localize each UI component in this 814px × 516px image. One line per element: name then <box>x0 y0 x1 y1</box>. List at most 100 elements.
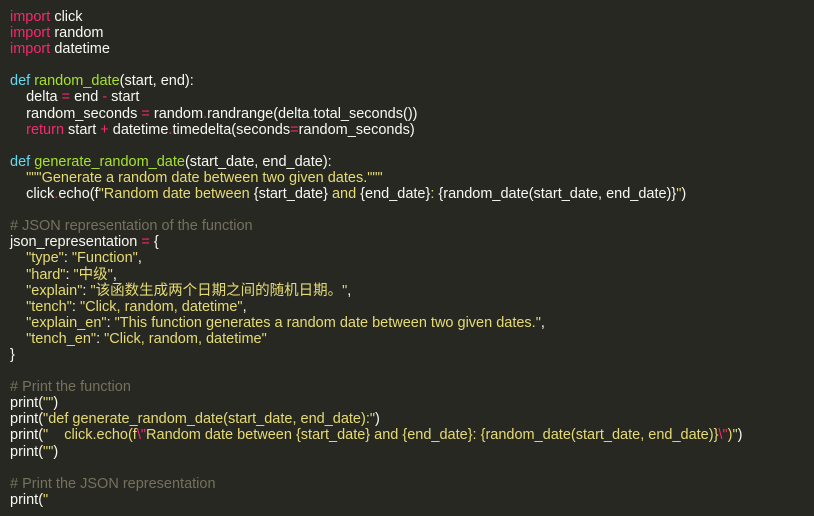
code-token: and <box>327 186 361 203</box>
code-token: , <box>242 298 247 315</box>
code-token: print( <box>10 395 44 412</box>
code-token: "hard" <box>26 266 66 283</box>
code-line: } <box>10 347 742 363</box>
code-token: print( <box>10 427 44 444</box>
code-token: : <box>65 266 74 283</box>
code-token: ) <box>53 443 59 460</box>
code-area[interactable]: import click import random import datetime… <box>10 9 742 508</box>
code-token: import <box>10 25 51 42</box>
code-token: "" <box>43 395 54 412</box>
code-token: "Click, random, datetime" <box>79 298 243 315</box>
code-token: = <box>290 121 299 138</box>
code-token: json_representation <box>10 234 142 251</box>
code-token: "Random date between <box>98 186 254 203</box>
code-token: start <box>107 89 140 106</box>
code-line: return start + datetime.timedelta(second… <box>10 122 742 138</box>
code-token: click <box>50 9 83 25</box>
code-token: return <box>26 121 65 138</box>
code-line: print("") <box>10 444 742 460</box>
code-token: (start, end): <box>119 73 194 90</box>
code-token: # Print the function <box>10 379 131 396</box>
code-line: import random <box>10 25 742 41</box>
code-token: {random_date(start_date, end_date)} <box>438 186 677 203</box>
code-token: \" <box>136 427 147 444</box>
code-token: (start_date, end_date): <box>184 153 332 170</box>
code-token: random_date <box>34 73 120 90</box>
code-token: : <box>96 330 105 347</box>
code-token: "explain" <box>26 282 83 299</box>
code-token: , <box>112 266 117 283</box>
code-token: + <box>100 121 109 138</box>
code-token: total_seconds()) <box>313 105 418 122</box>
code-token: print( <box>10 411 44 428</box>
code-line: print(" <box>10 492 742 508</box>
code-token: random_seconds) <box>298 121 415 138</box>
code-line: "explain_en": "This function generates a… <box>10 315 742 331</box>
code-line: "explain": "该函数生成两个日期之间的随机日期。", <box>10 283 742 299</box>
code-token: )" <box>727 427 738 444</box>
code-token: print( <box>10 443 44 460</box>
code-token: "Click, random, datetime" <box>104 330 267 347</box>
code-token: ) <box>375 411 380 428</box>
code-token: "def generate_random_date(start_date, en… <box>43 411 375 428</box>
code-token: {start_date} <box>253 186 328 203</box>
code-line: print("def generate_random_date(start_da… <box>10 411 742 427</box>
code-token: "explain_en" <box>26 314 107 331</box>
code-token: "中级" <box>73 266 113 283</box>
code-token: random_seconds <box>10 105 142 122</box>
code-token: ) <box>53 395 59 412</box>
code-token: def <box>10 73 31 90</box>
code-editor[interactable]: import click import random import datetime… <box>0 0 814 516</box>
code-token: randrange(delta <box>207 105 310 122</box>
code-line: def generate_random_date(start_date, end… <box>10 154 742 170</box>
code-token: import <box>10 9 51 25</box>
code-token: print( <box>10 491 44 508</box>
code-line: # Print the JSON representation <box>10 476 742 492</box>
code-token: " click.echo(f <box>43 427 137 444</box>
code-token: = <box>141 105 150 122</box>
code-line: import click <box>10 9 742 25</box>
code-token: "tench" <box>26 298 72 315</box>
code-token: : <box>106 314 115 331</box>
code-token: echo(f <box>58 186 99 203</box>
code-token: delta <box>10 89 62 106</box>
code-line: random_seconds = random.randrange(delta.… <box>10 106 742 122</box>
code-line: delta = end - start <box>10 89 742 105</box>
code-token: : <box>63 250 72 267</box>
code-line: # JSON representation of the function <box>10 218 742 234</box>
code-token: ) <box>681 186 687 203</box>
code-token: "type" <box>26 250 64 267</box>
code-line: def random_date(start, end): <box>10 73 742 89</box>
code-token: "tench_en" <box>26 330 97 347</box>
code-token: # JSON representation of the function <box>10 218 253 235</box>
code-line: "tench_en": "Click, random, datetime" <box>10 331 742 347</box>
code-token: datetime <box>50 41 110 58</box>
code-token: click <box>10 186 55 203</box>
code-token: import <box>10 41 51 58</box>
code-token: } <box>10 346 15 363</box>
code-token: = <box>141 234 150 251</box>
code-token: \" <box>718 427 728 444</box>
code-line: click.echo(f"Random date between {start_… <box>10 186 742 202</box>
code-line: """Generate a random date between two gi… <box>10 170 742 186</box>
code-line: print(" click.echo(f\"Random date betwee… <box>10 427 742 443</box>
code-line: "type": "Function", <box>10 250 742 266</box>
code-token: , <box>137 250 142 267</box>
code-token: ) <box>737 427 743 444</box>
code-token: timedelta(seconds <box>172 121 291 138</box>
code-token: {end_date} <box>360 186 431 203</box>
code-token: "Function" <box>71 250 138 267</box>
code-token: { <box>149 234 159 251</box>
code-token: Random date between {start_date} and {en… <box>146 427 719 444</box>
code-token: : <box>71 298 80 315</box>
code-token: "" <box>43 443 54 460</box>
code-line: json_representation = { <box>10 234 742 250</box>
